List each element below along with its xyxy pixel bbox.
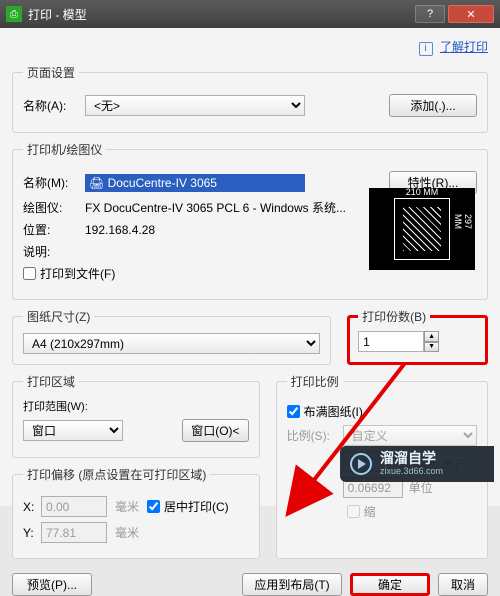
page-setup-group: 页面设置 名称(A): <无> 添加(.)...	[12, 64, 488, 133]
plotter-value: FX DocuCentre-IV 3065 PCL 6 - Windows 系统…	[85, 199, 346, 216]
copies-down[interactable]: ▼	[424, 342, 439, 353]
page-setup-legend: 页面设置	[23, 64, 79, 81]
center-checkbox[interactable]	[147, 500, 160, 513]
printer-icon: 🖨	[89, 176, 104, 190]
help-link[interactable]: 了解打印	[440, 40, 488, 54]
info-icon: i	[419, 42, 433, 56]
watermark-overlay: 溜溜自学 zixue.3d66.com	[340, 446, 494, 482]
print-to-file-checkbox[interactable]	[23, 267, 36, 280]
pagesetup-name-select[interactable]: <无>	[85, 95, 305, 116]
printer-group: 打印机/绘图仪 名称(M): 🖨 DocuCentre-IV 3065 特性(R…	[12, 141, 488, 300]
location-value: 192.168.4.28	[85, 223, 155, 237]
range-select[interactable]: 窗口	[23, 420, 123, 441]
offset-legend: 打印偏移 (原点设置在可打印区域)	[23, 466, 210, 483]
app-icon: ⎙	[6, 6, 22, 22]
preview-height: 297 MM	[453, 214, 473, 244]
location-label: 位置:	[23, 221, 85, 238]
x-input	[41, 496, 107, 517]
ratio-label: 比例(S):	[287, 427, 343, 444]
paper-size-legend: 图纸尺寸(Z)	[23, 308, 94, 325]
lw-checkbox	[347, 505, 360, 518]
copies-group: 打印份数(B) ▲ ▼	[347, 308, 488, 365]
paper-size-select[interactable]: A4 (210x297mm)	[23, 333, 320, 354]
watermark-url: zixue.3d66.com	[380, 467, 443, 477]
printer-name-select[interactable]: 🖨 DocuCentre-IV 3065	[85, 174, 305, 192]
close-button[interactable]: ✕	[448, 5, 494, 23]
copies-up[interactable]: ▲	[424, 331, 439, 342]
pagesetup-name-label: 名称(A):	[23, 97, 85, 114]
copies-legend: 打印份数(B)	[358, 308, 430, 325]
desc-label: 说明:	[23, 243, 85, 260]
window-title: 打印 - 模型	[28, 6, 412, 23]
y-label: Y:	[23, 526, 41, 540]
help-button[interactable]: ?	[415, 5, 445, 23]
apply-layout-button[interactable]: 应用到布局(T)	[242, 573, 342, 596]
copies-input[interactable]	[358, 331, 424, 352]
paper-preview: 210 MM 297 MM	[369, 188, 475, 270]
printer-legend: 打印机/绘图仪	[23, 141, 106, 158]
window-button[interactable]: 窗口(O)<	[182, 419, 248, 442]
scale-legend: 打印比例	[287, 373, 343, 390]
preview-button[interactable]: 预览(P)...	[12, 573, 92, 596]
offset-group: 打印偏移 (原点设置在可打印区域) X: 毫米 居中打印(C) Y: 毫米	[12, 466, 260, 559]
ratio-select: 自定义	[343, 425, 477, 446]
x-unit: 毫米	[115, 498, 139, 515]
play-icon	[350, 453, 372, 475]
cancel-button[interactable]: 取消	[438, 573, 488, 596]
preview-width: 210 MM	[395, 187, 449, 197]
print-to-file-label: 打印到文件(F)	[40, 265, 115, 282]
printer-name-label: 名称(M):	[23, 174, 85, 191]
print-area-legend: 打印区域	[23, 373, 79, 390]
x-label: X:	[23, 500, 41, 514]
ok-button[interactable]: 确定	[350, 573, 430, 596]
center-label: 居中打印(C)	[164, 498, 229, 515]
y-unit: 毫米	[115, 524, 139, 541]
plotter-label: 绘图仪:	[23, 199, 85, 216]
paper-size-group: 图纸尺寸(Z) A4 (210x297mm)	[12, 308, 331, 365]
fit-label: 布满图纸(I)	[304, 403, 363, 420]
add-button[interactable]: 添加(.)...	[389, 94, 477, 117]
fit-checkbox[interactable]	[287, 405, 300, 418]
range-label: 打印范围(W):	[23, 398, 249, 414]
y-input	[41, 522, 107, 543]
print-area-group: 打印区域 打印范围(W): 窗口 窗口(O)<	[12, 373, 260, 458]
watermark-title: 溜溜自学	[380, 451, 443, 466]
